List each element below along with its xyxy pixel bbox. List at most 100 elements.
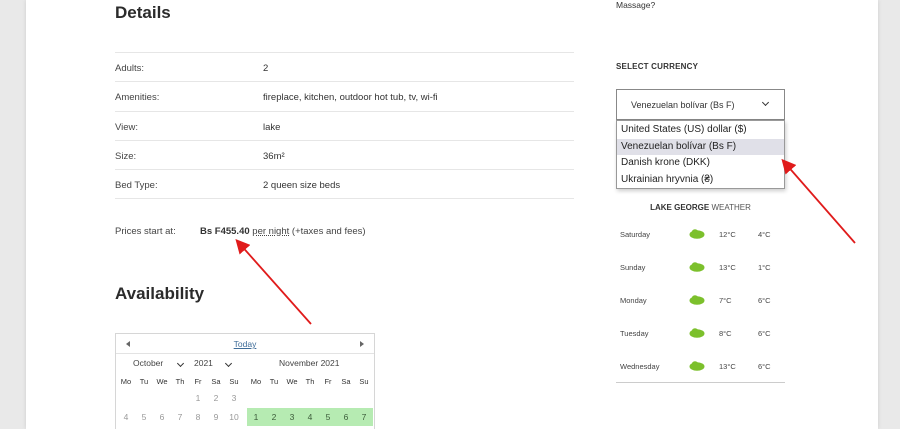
- weekday-label: Fr: [324, 377, 332, 386]
- currency-option[interactable]: Ukrainian hryvnia (₴): [617, 172, 784, 189]
- month-select[interactable]: October: [133, 358, 163, 368]
- weekday-label: Fr: [194, 377, 202, 386]
- detail-row: Size: 36m²: [115, 140, 574, 169]
- weather-divider: [616, 382, 785, 383]
- availability-calendar: Today October 2021 November 2021 Mo Tu W…: [115, 333, 375, 429]
- detail-row: Adults: 2: [115, 52, 574, 81]
- calendar-day: 7: [177, 412, 183, 422]
- weather-row: Monday 7°C 6°C: [616, 285, 785, 318]
- weekday-label: Mo: [120, 377, 132, 386]
- cloud-icon: [689, 295, 705, 305]
- detail-value: fireplace, kitchen, outdoor hot tub, tv,…: [263, 92, 438, 103]
- cloud-icon: [689, 361, 705, 371]
- calendar-day: 5: [141, 412, 147, 422]
- weather-low: 1°C: [758, 263, 771, 272]
- availability-heading: Availability: [115, 284, 205, 303]
- calendar-day-available[interactable]: 7: [355, 408, 373, 426]
- calendar-day: 6: [159, 412, 165, 422]
- currency-select-value: Venezuelan bolívar (Bs F): [631, 100, 735, 110]
- chevron-down-icon[interactable]: [224, 359, 233, 368]
- weather-day: Tuesday: [620, 329, 649, 338]
- price-amount: Bs F455.40: [200, 226, 250, 237]
- calendar-day: 10: [229, 412, 239, 422]
- detail-label: Bed Type:: [115, 180, 158, 191]
- currency-option[interactable]: United States (US) dollar ($): [617, 122, 784, 139]
- weather-word: WEATHER: [711, 203, 751, 212]
- detail-label: Adults:: [115, 63, 145, 74]
- weather-low: 4°C: [758, 230, 771, 239]
- weekday-label: Su: [359, 377, 369, 386]
- weekday-label: Mo: [250, 377, 262, 386]
- weather-row: Saturday 12°C 4°C: [616, 219, 785, 252]
- weekday-label: Sa: [211, 377, 221, 386]
- price-label: Prices start at:: [115, 226, 176, 237]
- weekday-label: Th: [175, 377, 185, 386]
- price-line: Prices start at: Bs F455.40 per night (+…: [115, 226, 366, 237]
- sidebar-massage-text: Massage?: [616, 0, 656, 10]
- detail-row: Amenities: fireplace, kitchen, outdoor h…: [115, 81, 574, 110]
- month2-title: November 2021: [279, 358, 340, 368]
- currency-option[interactable]: Danish krone (DKK): [617, 155, 784, 172]
- calendar-day: 3: [231, 393, 237, 403]
- weekday-label: We: [286, 377, 298, 386]
- weather-place: LAKE GEORGE: [650, 203, 710, 212]
- currency-option-selected[interactable]: Venezuelan bolívar (Bs F): [617, 138, 784, 155]
- per-night-link[interactable]: per night: [252, 226, 289, 237]
- calendar-day-available[interactable]: 5: [319, 408, 337, 426]
- calendar-day-available[interactable]: 4: [301, 408, 319, 426]
- calendar-day: 9: [213, 412, 219, 422]
- detail-value: 36m²: [263, 151, 285, 162]
- calendar-day: 1: [195, 393, 201, 403]
- select-currency-label: SELECT CURRENCY: [616, 62, 699, 71]
- detail-label: Amenities:: [115, 92, 160, 103]
- chevron-down-icon: [761, 98, 770, 107]
- weekday-label: Tu: [139, 377, 149, 386]
- cloud-icon: [689, 262, 705, 272]
- details-heading: Details: [115, 3, 171, 22]
- weather-day: Monday: [620, 296, 647, 305]
- details-divider: [115, 198, 574, 199]
- currency-select[interactable]: Venezuelan bolívar (Bs F): [616, 89, 785, 120]
- cloud-icon: [689, 328, 705, 338]
- detail-label: Size:: [115, 151, 137, 162]
- weather-day: Saturday: [620, 230, 651, 239]
- weather-high: 13°C: [719, 362, 736, 371]
- today-link[interactable]: Today: [116, 339, 374, 349]
- cloud-icon: [689, 229, 705, 239]
- weather-row: Wednesday 13°C 6°C: [616, 351, 785, 384]
- calendar-day: 2: [213, 393, 219, 403]
- next-month-icon[interactable]: [360, 341, 364, 347]
- calendar-day-available[interactable]: 1: [247, 408, 265, 426]
- detail-value: 2 queen size beds: [263, 180, 341, 191]
- calendar-day-available[interactable]: 3: [283, 408, 301, 426]
- weather-row: Tuesday 8°C 6°C: [616, 318, 785, 351]
- calendar-day: 8: [195, 412, 201, 422]
- detail-row: View: lake: [115, 111, 574, 140]
- detail-row: Bed Type: 2 queen size beds: [115, 169, 574, 198]
- calendar-day-available[interactable]: 2: [265, 408, 283, 426]
- calendar-nav: Today: [116, 334, 374, 354]
- weather-day: Sunday: [620, 263, 646, 272]
- weekday-label: We: [156, 377, 168, 386]
- weather-low: 6°C: [758, 362, 771, 371]
- weekday-label: Th: [305, 377, 315, 386]
- weather-title: LAKE GEORGE WEATHER: [616, 203, 785, 212]
- detail-value: 2: [263, 63, 269, 74]
- weather-row: Sunday 13°C 1°C: [616, 252, 785, 285]
- weather-low: 6°C: [758, 296, 771, 305]
- chevron-down-icon[interactable]: [176, 359, 185, 368]
- weather-high: 13°C: [719, 263, 736, 272]
- calendar-day: 4: [123, 412, 129, 422]
- weekday-label: Sa: [341, 377, 351, 386]
- year-select[interactable]: 2021: [194, 358, 213, 368]
- weather-high: 12°C: [719, 230, 736, 239]
- price-amount-group: Bs F455.40 per night (+taxes and fees): [200, 226, 366, 237]
- weather-low: 6°C: [758, 329, 771, 338]
- weekday-label: Tu: [269, 377, 279, 386]
- detail-label: View:: [115, 122, 139, 133]
- calendar-day-available[interactable]: 6: [337, 408, 355, 426]
- weather-high: 8°C: [719, 329, 732, 338]
- currency-dropdown: United States (US) dollar ($) Venezuelan…: [616, 120, 785, 189]
- detail-value: lake: [263, 122, 281, 133]
- weekday-label: Su: [229, 377, 239, 386]
